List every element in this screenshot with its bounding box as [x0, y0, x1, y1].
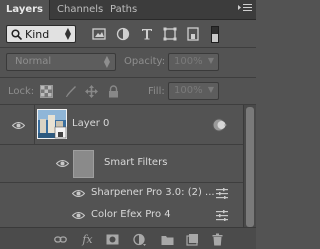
- layer-row[interactable]: Layer 0: [0, 105, 243, 145]
- filter-kind-select[interactable]: Kind ▲ ▼: [6, 25, 76, 43]
- lock-position-icon[interactable]: [85, 85, 98, 98]
- search-icon: [11, 29, 22, 40]
- blending-options-icon[interactable]: [216, 210, 228, 221]
- visibility-eye-icon[interactable]: [72, 211, 85, 220]
- panel-tab-bar: Layers Channels Paths: [0, 0, 256, 20]
- filter-name[interactable]: Sharpener Pro 3.0: (2) ...: [91, 187, 215, 198]
- layers-list: Layer 0 Smart Filters Sharpener Pro 3.0:…: [0, 105, 243, 227]
- opacity-label: Opacity:: [124, 56, 166, 67]
- filter-toggle-switch[interactable]: [211, 26, 219, 43]
- type-layer-filter-icon[interactable]: [140, 27, 154, 41]
- new-group-icon[interactable]: [161, 233, 174, 246]
- panel-menu-icon[interactable]: [238, 3, 252, 15]
- opacity-value: 100%: [174, 56, 203, 67]
- fill-value: 100%: [174, 85, 203, 96]
- blending-options-icon[interactable]: [216, 188, 228, 199]
- smart-filter-indicator-icon[interactable]: [212, 118, 227, 132]
- lock-transparent-pixels-icon[interactable]: [40, 85, 53, 98]
- layers-scrollbar[interactable]: [243, 105, 256, 227]
- divider: [0, 77, 256, 78]
- blend-mode-label: Normal: [15, 56, 52, 67]
- dropdown-arrow-icon[interactable]: ▼: [208, 85, 214, 94]
- adjustment-layer-filter-icon[interactable]: [116, 27, 130, 41]
- delete-layer-icon[interactable]: [211, 233, 224, 246]
- layer-name[interactable]: Layer 0: [72, 118, 109, 129]
- divider: [0, 47, 256, 48]
- smart-object-filter-icon[interactable]: [186, 27, 200, 41]
- layer-thumbnail: [37, 109, 67, 139]
- blend-mode-select[interactable]: Normal ▲ ▼: [6, 53, 116, 71]
- adjustment-layer-icon[interactable]: [133, 233, 146, 246]
- tab-paths[interactable]: Paths: [104, 0, 143, 20]
- filter-row[interactable]: Color Efex Pro 4: [0, 205, 243, 227]
- shape-layer-filter-icon[interactable]: [163, 27, 177, 41]
- opacity-field[interactable]: 100% ▼: [168, 53, 219, 71]
- lock-all-icon[interactable]: [107, 85, 120, 98]
- filter-name[interactable]: Color Efex Pro 4: [91, 209, 171, 220]
- visibility-eye-icon[interactable]: [72, 189, 85, 198]
- lock-image-pixels-icon[interactable]: [64, 85, 77, 98]
- layer-row[interactable]: Smart Filters: [0, 145, 243, 183]
- layers-bottom-toolbar: fx: [0, 227, 256, 249]
- select-arrows-icon: ▲ ▼: [64, 26, 71, 41]
- pixel-layer-filter-icon[interactable]: [92, 27, 106, 41]
- scrollbar-thumb[interactable]: [246, 107, 254, 227]
- filter-row[interactable]: Sharpener Pro 3.0: (2) ...: [0, 183, 243, 205]
- filter-kind-label: Kind: [25, 28, 50, 41]
- tab-channels[interactable]: Channels: [51, 0, 109, 20]
- layer-name[interactable]: Smart Filters: [104, 157, 167, 168]
- fill-label: Fill:: [148, 86, 165, 97]
- select-arrows-icon: ▲ ▼: [103, 54, 110, 69]
- tab-layers[interactable]: Layers: [0, 0, 50, 20]
- dropdown-arrow-icon[interactable]: ▼: [208, 56, 214, 65]
- visibility-eye-icon[interactable]: [12, 121, 25, 130]
- lock-label: Lock:: [8, 86, 35, 97]
- link-layers-icon[interactable]: [54, 233, 67, 246]
- divider: [34, 105, 35, 145]
- fill-field[interactable]: 100% ▼: [168, 82, 219, 100]
- visibility-eye-icon[interactable]: [56, 159, 69, 168]
- new-layer-icon[interactable]: [186, 233, 199, 246]
- add-mask-icon[interactable]: [106, 233, 119, 246]
- filter-mask-thumbnail[interactable]: [73, 150, 94, 178]
- fx-icon[interactable]: fx: [81, 233, 94, 246]
